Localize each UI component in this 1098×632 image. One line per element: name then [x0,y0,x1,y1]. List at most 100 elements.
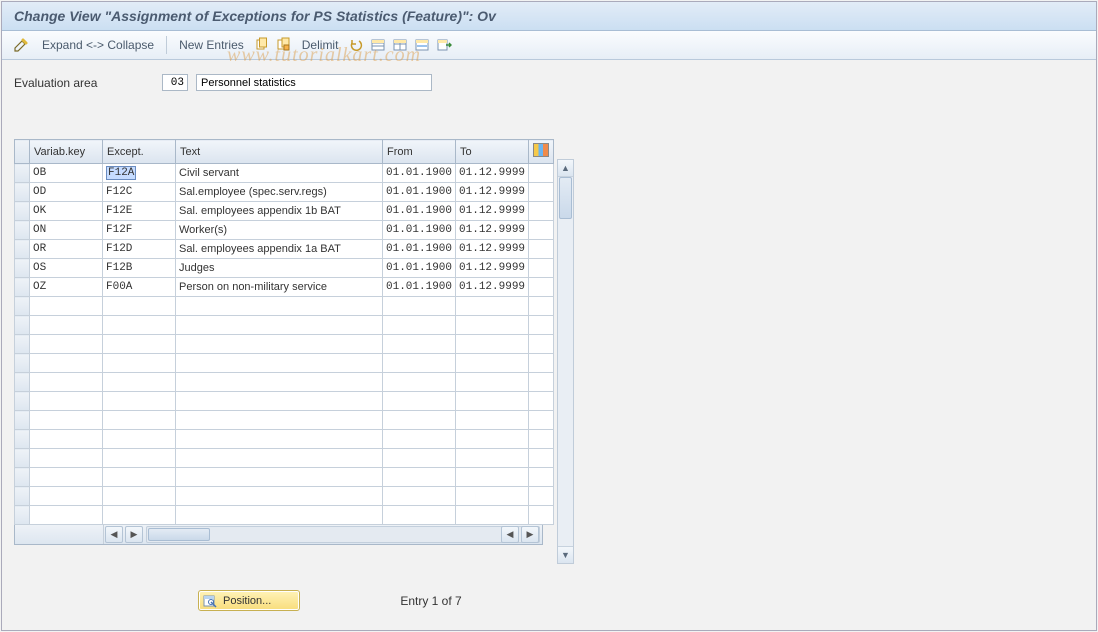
position-button[interactable]: Position... [198,590,300,611]
hscroll-left-button[interactable]: ◀ [105,526,123,543]
table-row[interactable]: ODF12CSal.employee (spec.serv.regs)01.01… [15,183,554,202]
cell-vkey[interactable] [30,297,103,316]
row-handle[interactable] [15,278,30,297]
cell-from[interactable]: 01.01.1900 [383,183,456,202]
row-handle[interactable] [15,221,30,240]
row-handle[interactable] [15,411,30,430]
cell-from[interactable]: 01.01.1900 [383,278,456,297]
cell-to[interactable] [456,297,529,316]
cell-from[interactable] [383,506,456,525]
row-handle[interactable] [15,335,30,354]
table-row[interactable] [15,449,554,468]
cell-to[interactable] [456,392,529,411]
col-header-text[interactable]: Text [176,140,383,164]
cell-to[interactable]: 01.12.9999 [456,240,529,259]
cell-text[interactable]: Sal.employee (spec.serv.regs) [176,183,383,202]
table-row[interactable] [15,487,554,506]
cell-text[interactable] [176,392,383,411]
row-handle[interactable] [15,354,30,373]
table-row[interactable] [15,392,554,411]
col-header-from[interactable]: From [383,140,456,164]
cell-text[interactable]: Person on non-military service [176,278,383,297]
table-row[interactable]: ORF12DSal. employees appendix 1a BAT01.0… [15,240,554,259]
table-row[interactable]: OKF12ESal. employees appendix 1b BAT01.0… [15,202,554,221]
hscroll-right-button[interactable]: ▶ [125,526,143,543]
hscroll-track[interactable] [146,526,540,543]
cell-except[interactable]: F12C [103,183,176,202]
col-header-vkey[interactable]: Variab.key [30,140,103,164]
cell-except[interactable]: F12D [103,240,176,259]
cell-vkey[interactable] [30,392,103,411]
row-handle[interactable] [15,468,30,487]
cell-from[interactable]: 01.01.1900 [383,259,456,278]
col-header-config[interactable] [529,140,554,164]
cell-text[interactable] [176,430,383,449]
cell-except[interactable] [103,373,176,392]
row-handle[interactable] [15,373,30,392]
cell-to[interactable] [456,449,529,468]
cell-to[interactable]: 01.12.9999 [456,278,529,297]
row-handle[interactable] [15,430,30,449]
cell-from[interactable]: 01.01.1900 [383,202,456,221]
table-row[interactable] [15,297,554,316]
cell-vkey[interactable]: OZ [30,278,103,297]
cell-text[interactable]: Worker(s) [176,221,383,240]
cell-to[interactable]: 01.12.9999 [456,202,529,221]
table-row[interactable] [15,468,554,487]
table-export-icon[interactable] [435,36,453,54]
cell-except[interactable] [103,335,176,354]
cell-vkey[interactable] [30,411,103,430]
table-row[interactable]: OBF12ACivil servant01.01.190001.12.9999 [15,164,554,183]
row-handle[interactable] [15,164,30,183]
cell-text[interactable] [176,316,383,335]
row-handle[interactable] [15,316,30,335]
cell-from[interactable]: 01.01.1900 [383,240,456,259]
row-handle[interactable] [15,487,30,506]
table-row[interactable] [15,506,554,525]
cell-except[interactable] [103,297,176,316]
cell-except[interactable] [103,468,176,487]
row-handle[interactable] [15,449,30,468]
cell-text[interactable] [176,373,383,392]
cell-from[interactable] [383,449,456,468]
row-handle[interactable] [15,202,30,221]
cell-vkey[interactable] [30,335,103,354]
table-row[interactable] [15,354,554,373]
row-handle[interactable] [15,506,30,525]
cell-text[interactable] [176,506,383,525]
cell-vkey[interactable] [30,373,103,392]
cell-to[interactable] [456,373,529,392]
cell-except[interactable] [103,392,176,411]
evaluation-area-desc[interactable] [196,74,432,91]
row-handle[interactable] [15,297,30,316]
cell-to[interactable] [456,411,529,430]
table2-icon[interactable] [391,36,409,54]
copy-icon[interactable] [253,36,271,54]
table-settings-icon[interactable] [533,143,549,157]
cell-except[interactable]: F12A [103,164,176,183]
cell-from[interactable] [383,354,456,373]
expand-collapse-button[interactable]: Expand <-> Collapse [36,36,160,54]
table-row[interactable] [15,411,554,430]
cell-vkey[interactable]: OR [30,240,103,259]
table-row[interactable]: OZF00APerson on non-military service01.0… [15,278,554,297]
row-handle[interactable] [15,183,30,202]
cell-to[interactable] [456,430,529,449]
cell-vkey[interactable]: OK [30,202,103,221]
cell-vkey[interactable]: OD [30,183,103,202]
cell-except[interactable] [103,430,176,449]
cell-vkey[interactable] [30,316,103,335]
vertical-scrollbar[interactable]: ▲ ▼ [557,159,574,564]
cell-except[interactable]: F12E [103,202,176,221]
row-handle[interactable] [15,259,30,278]
cell-to[interactable] [456,487,529,506]
cell-from[interactable] [383,468,456,487]
cell-to[interactable] [456,316,529,335]
undo-icon[interactable] [347,36,365,54]
cell-to[interactable]: 01.12.9999 [456,259,529,278]
cell-from[interactable] [383,392,456,411]
cell-except[interactable]: F00A [103,278,176,297]
cell-from[interactable] [383,316,456,335]
cell-from[interactable] [383,373,456,392]
cell-text[interactable]: Sal. employees appendix 1b BAT [176,202,383,221]
